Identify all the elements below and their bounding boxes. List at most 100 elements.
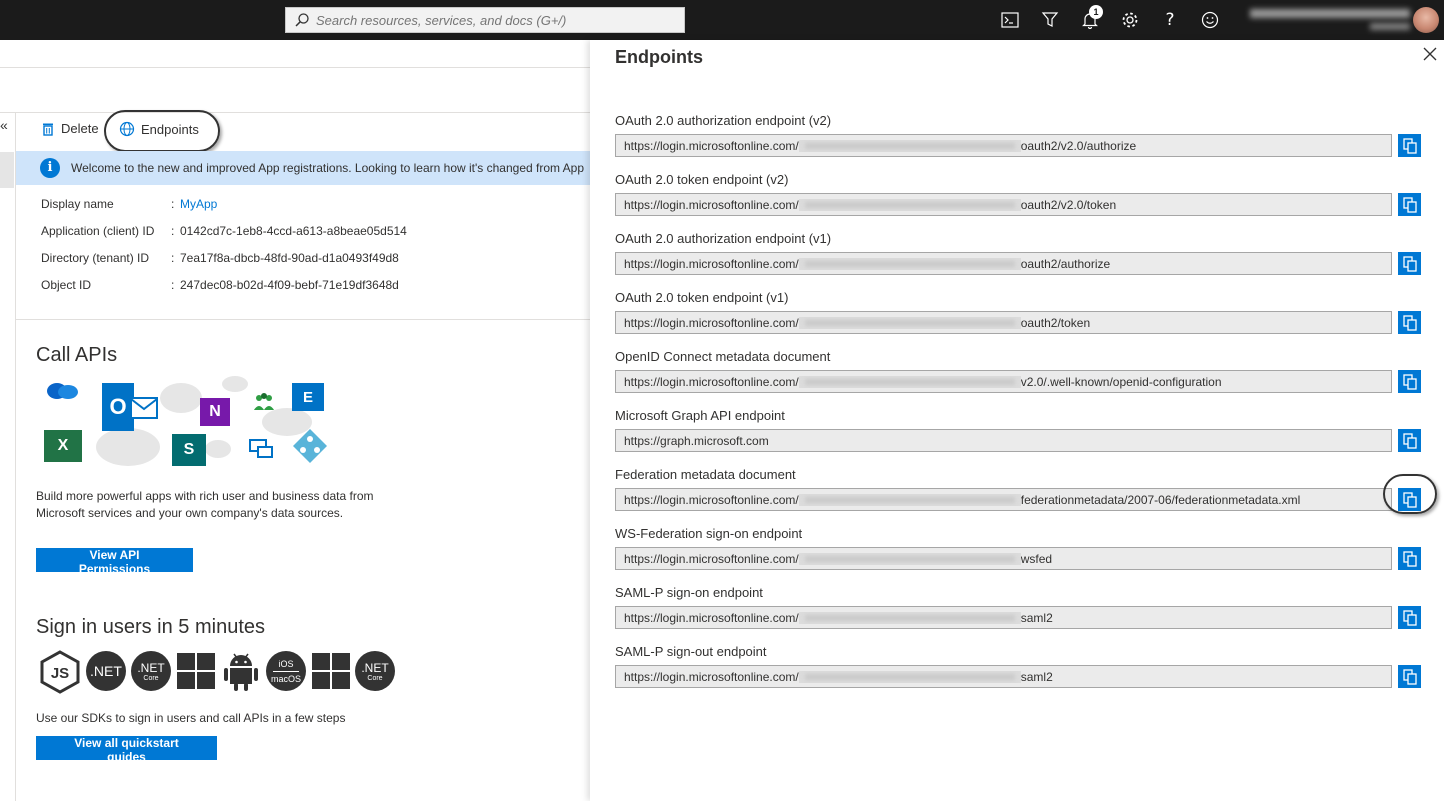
azure-ad-icon (293, 429, 327, 463)
panel-title: Endpoints (615, 47, 703, 67)
tenant-id-redacted (798, 493, 1021, 506)
notifications-icon[interactable]: 1 (1079, 5, 1103, 31)
endpoint-item: OAuth 2.0 token endpoint (v1) https://log… (615, 290, 1435, 334)
endpoint-item: SAML-P sign-on endpoint https://login.mic… (615, 585, 1435, 629)
search-input[interactable] (316, 12, 676, 28)
onenote-icon: N (200, 398, 230, 426)
avatar[interactable] (1413, 7, 1439, 33)
endpoint-url-field[interactable]: https://login.microsoftonline.com/oauth2… (615, 311, 1392, 334)
teams-people-icon (254, 393, 274, 410)
copy-button[interactable] (1398, 134, 1421, 157)
endpoint-label: Federation metadata document (615, 467, 796, 482)
android-icon (224, 653, 258, 691)
endpoint-url-prefix: https://login.microsoftonline.com/ (624, 610, 799, 625)
client-id-value: 0142cd7c-1eb8-4ccd-a613-a8beae05d514 (180, 224, 407, 238)
account-info[interactable] (1250, 5, 1410, 35)
view-api-permissions-button[interactable]: View API Permissions (36, 548, 193, 576)
sidebar-selected-item[interactable] (0, 152, 14, 188)
endpoint-url-field[interactable]: https://graph.microsoft.com (615, 429, 1392, 452)
tenant-id-redacted (798, 198, 1021, 211)
delete-button[interactable]: Delete (41, 121, 99, 136)
property-label: Directory (tenant) ID (41, 251, 150, 265)
view-quickstart-guides-button[interactable]: View all quickstart guides (36, 736, 217, 764)
endpoint-row: https://login.microsoftonline.com/wsfed (615, 547, 1435, 570)
ios-macos-icon: iOS macOS (266, 651, 306, 691)
copy-icon (1402, 373, 1417, 390)
endpoint-url-suffix: oauth2/v2.0/authorize (1020, 138, 1137, 153)
sign-in-title: Sign in users in 5 minutes (36, 616, 266, 638)
endpoint-item: OAuth 2.0 authorization endpoint (v1) htt… (615, 231, 1435, 275)
directory-filter-icon[interactable] (1039, 9, 1061, 31)
endpoint-label: OpenID Connect metadata document (615, 349, 831, 364)
copy-button[interactable] (1398, 429, 1421, 452)
feedback-smiley-icon[interactable] (1199, 9, 1221, 31)
collapse-sidebar-icon[interactable]: « (0, 117, 8, 133)
divider (0, 67, 590, 68)
tenant-id-redacted (798, 139, 1021, 152)
top-bar: 1 ? (0, 0, 1444, 40)
search-box[interactable] (285, 7, 685, 33)
endpoint-label: WS-Federation sign-on endpoint (615, 526, 803, 541)
endpoint-url-field[interactable]: https://login.microsoftonline.com/federa… (615, 488, 1392, 511)
sharepoint-icon: S (172, 434, 206, 466)
display-name-link[interactable]: MyApp (180, 197, 217, 211)
endpoint-label: OAuth 2.0 authorization endpoint (v1) (615, 231, 832, 246)
endpoint-url-prefix: https://login.microsoftonline.com/ (624, 669, 799, 684)
endpoint-url-suffix: wsfed (1020, 551, 1053, 566)
endpoint-url-field[interactable]: https://login.microsoftonline.com/oauth2… (615, 252, 1392, 275)
tenant-id-redacted (798, 257, 1021, 270)
endpoint-url-prefix: https://login.microsoftonline.com/ (624, 374, 799, 389)
endpoint-label: SAML-P sign-on endpoint (615, 585, 763, 600)
endpoint-item: WS-Federation sign-on endpoint https://lo… (615, 526, 1435, 570)
endpoint-row: https://graph.microsoft.com (615, 429, 1435, 452)
property-colon: : (171, 278, 175, 292)
settings-gear-icon[interactable] (1119, 9, 1141, 31)
onedrive-icon (47, 383, 78, 399)
dotnet-core-icon: .NET Core (355, 651, 395, 691)
info-banner[interactable]: i Welcome to the new and improved App re… (16, 151, 590, 185)
endpoint-label: OAuth 2.0 token endpoint (v1) (615, 290, 789, 305)
copy-button[interactable] (1398, 311, 1421, 334)
tenant-id-redacted (798, 552, 1021, 565)
endpoint-url-field[interactable]: https://login.microsoftonline.com/oauth2… (615, 134, 1392, 157)
copy-button[interactable] (1398, 252, 1421, 275)
windows-icon (312, 653, 350, 689)
endpoint-url-suffix: saml2 (1020, 669, 1053, 684)
endpoint-item: SAML-P sign-out endpoint https://login.mi… (615, 644, 1435, 688)
property-label: Display name (41, 197, 114, 211)
endpoint-url-field[interactable]: https://login.microsoftonline.com/saml2 (615, 606, 1392, 629)
delete-label: Delete (61, 121, 99, 136)
endpoint-url-field[interactable]: https://login.microsoftonline.com/v2.0/.… (615, 370, 1392, 393)
endpoint-url-suffix: oauth2/v2.0/token (1020, 197, 1117, 212)
close-icon[interactable] (1422, 46, 1438, 62)
tenant-id-redacted (798, 316, 1021, 329)
account-name-redacted (1250, 9, 1410, 18)
endpoint-row: https://login.microsoftonline.com/federa… (615, 488, 1435, 511)
copy-icon (1402, 668, 1417, 685)
cloud-shell-icon[interactable] (999, 9, 1021, 31)
endpoint-url-suffix: oauth2/authorize (1020, 256, 1111, 271)
copy-button[interactable] (1398, 606, 1421, 629)
endpoint-label: OAuth 2.0 authorization endpoint (v2) (615, 113, 832, 128)
tenant-id-redacted (798, 611, 1021, 624)
endpoint-url-field[interactable]: https://login.microsoftonline.com/wsfed (615, 547, 1392, 570)
copy-button[interactable] (1398, 665, 1421, 688)
windows-icon (177, 653, 215, 689)
copy-button[interactable] (1398, 193, 1421, 216)
endpoint-row: https://login.microsoftonline.com/oauth2… (615, 193, 1435, 216)
info-icon: i (40, 158, 60, 178)
copy-button[interactable] (1398, 547, 1421, 570)
endpoint-url-field[interactable]: https://login.microsoftonline.com/saml2 (615, 665, 1392, 688)
property-label: Object ID (41, 278, 92, 292)
banner-text: Welcome to the new and improved App regi… (71, 161, 585, 175)
sidebar-divider (15, 113, 16, 801)
endpoint-url-suffix: oauth2/token (1020, 315, 1091, 330)
endpoint-item: OAuth 2.0 authorization endpoint (v2) htt… (615, 113, 1435, 157)
help-icon[interactable]: ? (1159, 9, 1181, 31)
endpoint-row: https://login.microsoftonline.com/saml2 (615, 665, 1435, 688)
trash-icon (43, 123, 53, 136)
endpoint-item: Microsoft Graph API endpoint https://grap… (615, 408, 1435, 452)
endpoint-url-field[interactable]: https://login.microsoftonline.com/oauth2… (615, 193, 1392, 216)
property-label: Application (client) ID (41, 224, 155, 238)
copy-button[interactable] (1398, 370, 1421, 393)
